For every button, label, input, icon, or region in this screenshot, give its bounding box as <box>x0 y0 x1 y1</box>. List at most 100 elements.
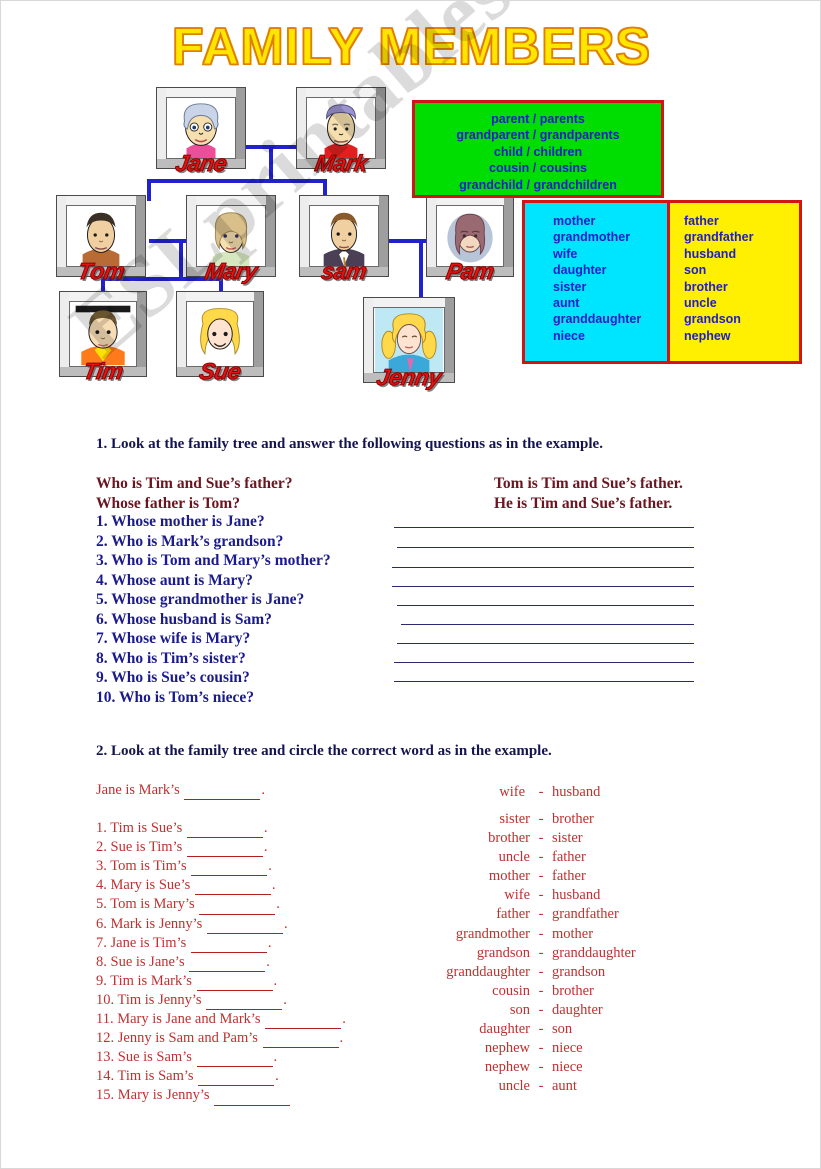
item-prompt: 13. Sue is Sam’s <box>96 1049 192 1066</box>
item-blank[interactable] <box>191 861 268 877</box>
answer-line[interactable] <box>397 547 694 548</box>
item-prompt: 4. Mary is Sue’s <box>96 877 191 894</box>
exercise-2-row: 15. Mary is Jenny’s <box>96 1086 346 1106</box>
item-blank[interactable] <box>206 919 283 934</box>
answer-line[interactable] <box>394 662 694 663</box>
family-member-name-mary: Mary <box>202 258 260 285</box>
circled-answer[interactable]: wife <box>494 781 530 804</box>
exercise-2-options: mother - father <box>411 867 671 886</box>
item-blank[interactable] <box>194 880 271 896</box>
example-blank[interactable] <box>184 785 261 801</box>
exercise-2-row: 5. Tom is Mary’s . <box>96 895 346 915</box>
option-dash: - <box>538 982 544 999</box>
family-member-name-sue: Sue <box>197 358 243 385</box>
exercise-2-options: grandson - granddaughter <box>411 944 671 963</box>
option-left[interactable]: grandmother <box>420 925 530 944</box>
exercise-2-row: 11. Mary is Jane and Mark’s . <box>96 1010 346 1030</box>
answer-line[interactable] <box>394 527 694 528</box>
exercise-2-options: grandmother - mother <box>411 925 671 944</box>
answer-line[interactable] <box>397 643 694 644</box>
option-left[interactable]: uncle <box>420 1077 530 1096</box>
exercise-2-options: nephew - niece <box>411 1039 671 1058</box>
item-blank[interactable] <box>189 957 266 972</box>
exercise-2-row: 10. Tim is Jenny’s . <box>96 991 346 1011</box>
answer-line[interactable] <box>401 624 694 625</box>
option-dash: - <box>538 887 544 904</box>
item-prompt: 14. Tim is Sam’s <box>96 1068 194 1085</box>
exercise-2-row: 7. Jane is Tim’s . <box>96 934 346 953</box>
option-dash: - <box>538 1021 544 1038</box>
option-left[interactable]: wife <box>420 886 530 905</box>
exercise-2-example-row: Jane is Mark’s . <box>96 781 346 801</box>
option-left[interactable]: son <box>420 1001 530 1020</box>
family-member-name-tom: Tom <box>75 258 127 285</box>
item-blank[interactable] <box>262 1033 339 1049</box>
item-prompt: 12. Jenny is Sam and Pam’s <box>96 1030 258 1047</box>
item-blank[interactable] <box>265 1014 342 1030</box>
option-right[interactable]: brother <box>552 982 662 1001</box>
option-dash: - <box>538 830 544 847</box>
answer-line[interactable] <box>394 681 694 682</box>
option-right[interactable]: father <box>552 867 662 886</box>
item-blank[interactable] <box>198 1071 275 1087</box>
exercise-2-options: sister - brother <box>411 810 671 829</box>
item-blank[interactable] <box>206 995 283 1011</box>
answer-line[interactable] <box>397 605 694 606</box>
option-right[interactable]: niece <box>552 1039 662 1058</box>
option-left[interactable]: grandson <box>420 944 530 963</box>
exercise-2-row: 1. Tim is Sue’s . <box>96 819 346 839</box>
item-blank[interactable] <box>190 938 267 953</box>
option-left[interactable]: brother <box>420 829 530 848</box>
option-right[interactable]: mother <box>552 925 662 944</box>
exercise-2-option-list: wife - husband sister - brother brother - si… <box>411 776 671 1096</box>
option-right[interactable]: husband <box>552 886 662 905</box>
exercise-2-options: granddaughter - grandson <box>411 963 671 982</box>
option-dash: - <box>538 1001 544 1018</box>
option-right[interactable]: grandson <box>552 963 662 982</box>
exercise-2-prompt-list: Jane is Mark’s . 1. Tim is Sue’s . 2. Su… <box>96 781 346 1106</box>
option-left[interactable]: nephew <box>420 1039 530 1058</box>
item-blank[interactable] <box>186 842 263 858</box>
item-blank[interactable] <box>196 976 273 991</box>
option-right[interactable]: husband <box>552 783 662 802</box>
option-right[interactable]: aunt <box>552 1077 662 1096</box>
option-dash: - <box>538 868 544 885</box>
option-right[interactable]: brother <box>552 810 662 829</box>
option-right[interactable]: granddaughter <box>552 944 662 963</box>
option-right[interactable]: niece <box>552 1058 662 1077</box>
item-prompt: 8. Sue is Jane’s <box>96 953 185 970</box>
item-blank[interactable] <box>186 823 263 839</box>
option-right[interactable]: daughter <box>552 1001 662 1020</box>
option-dash: - <box>538 784 544 801</box>
option-right[interactable]: grandfather <box>552 905 662 924</box>
option-right[interactable]: father <box>552 848 662 867</box>
option-left[interactable]: mother <box>420 867 530 886</box>
option-right[interactable]: son <box>552 1020 662 1039</box>
option-left[interactable]: nephew <box>420 1058 530 1077</box>
item-prompt: 9. Tim is Mark’s <box>96 972 192 989</box>
item-prompt: 7. Jane is Tim’s <box>96 934 187 951</box>
answer-line[interactable] <box>392 586 694 587</box>
item-blank[interactable] <box>214 1091 291 1106</box>
option-left[interactable]: cousin <box>420 982 530 1001</box>
item-blank[interactable] <box>196 1052 273 1068</box>
option-left[interactable]: uncle <box>420 848 530 867</box>
answer-line[interactable] <box>392 567 694 568</box>
exercise-2-heading: 2. Look at the family tree and circle th… <box>96 743 552 759</box>
option-dash: - <box>538 849 544 866</box>
option-right[interactable]: sister <box>552 829 662 848</box>
option-dash: - <box>538 925 544 942</box>
option-left[interactable]: daughter <box>420 1020 530 1039</box>
option-dash: - <box>538 1059 544 1076</box>
item-prompt: 10. Tim is Jenny’s <box>96 991 202 1008</box>
item-blank[interactable] <box>199 900 276 915</box>
period: . <box>261 782 266 798</box>
exercise-2-options: son - daughter <box>411 1001 671 1020</box>
exercise-2-options: cousin - brother <box>411 982 671 1001</box>
item-prompt: 5. Tom is Mary’s <box>96 896 195 913</box>
option-dash: - <box>538 963 544 980</box>
option-left[interactable]: sister <box>420 810 530 829</box>
option-left[interactable]: granddaughter <box>420 963 530 982</box>
exercise-2-row: 12. Jenny is Sam and Pam’s . <box>96 1029 346 1049</box>
option-left[interactable]: father <box>420 905 530 924</box>
